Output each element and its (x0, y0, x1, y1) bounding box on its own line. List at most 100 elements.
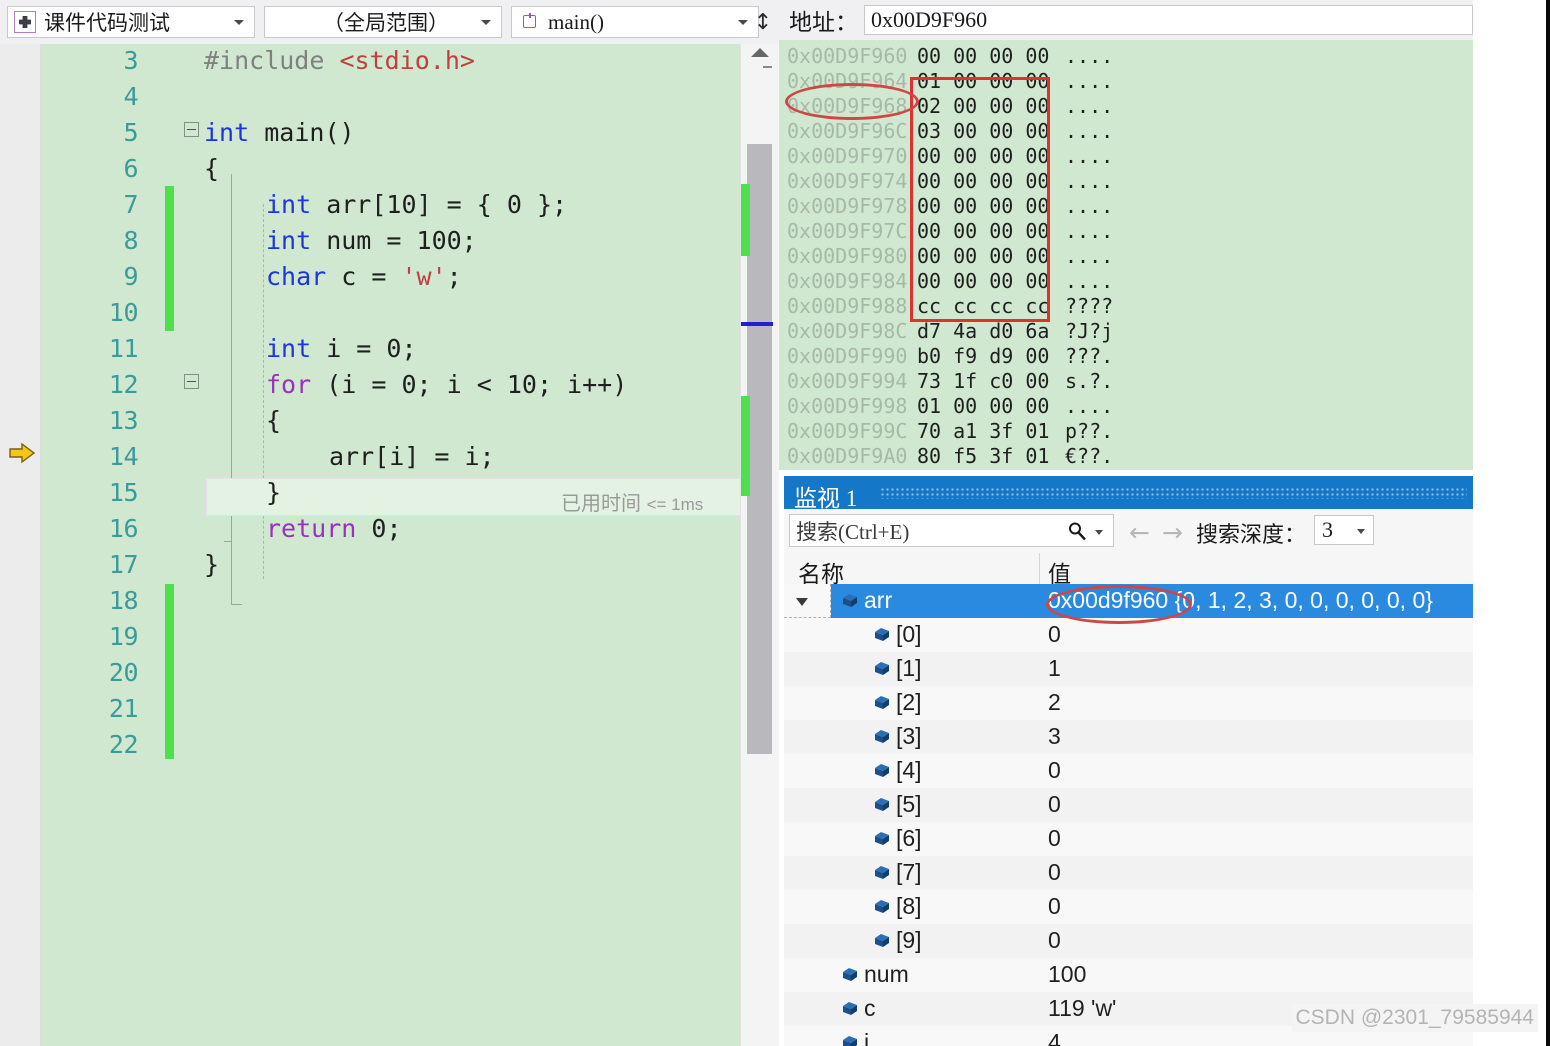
variable-icon (875, 900, 889, 913)
line-number: 13 (108, 406, 139, 435)
table-row[interactable]: [3] 3 (784, 720, 1473, 754)
memory-address: 0x00D9F990 (787, 344, 908, 368)
memory-row: 0x00D9F9A0 80 f5 3f 01 €??. (779, 444, 1473, 468)
table-row[interactable]: [1] 1 (784, 652, 1473, 686)
memory-hex: b0 f9 d9 00 (917, 344, 1050, 368)
fold-collapse-icon[interactable] (184, 122, 199, 137)
line-number: 7 (123, 190, 138, 219)
code-line-12: for (i = 0; i < 10; i++) (266, 370, 628, 399)
memory-hex: 73 1f c0 00 (917, 369, 1050, 393)
code-line-3: #include <stdio.h> (204, 46, 475, 75)
watch-variable-list[interactable]: arr 0x00d9f960 {0, 1, 2, 3, 0, 0, 0, 0, … (784, 584, 1473, 1046)
memory-ascii: .... (1065, 144, 1114, 168)
cube-icon (520, 12, 540, 32)
table-row[interactable]: arr 0x00d9f960 {0, 1, 2, 3, 0, 0, 0, 0, … (784, 584, 1473, 624)
variable-name: [8] (896, 893, 922, 919)
table-row[interactable]: num 100 (784, 958, 1473, 992)
memory-ascii: p??. (1065, 419, 1114, 443)
split-view-icon[interactable]: ↕ (749, 6, 777, 38)
memory-address: 0x00D9F974 (787, 169, 908, 193)
fold-end-marker (231, 596, 242, 605)
titlebar-grip (880, 487, 1467, 499)
variable-name: [4] (896, 757, 922, 783)
memory-address: 0x00D9F978 (787, 194, 908, 218)
memory-ascii: s.?. (1065, 369, 1114, 393)
memory-ascii: €??. (1065, 444, 1114, 468)
column-divider[interactable] (1039, 553, 1040, 584)
variable-value: 0 (1048, 621, 1061, 647)
variable-icon (875, 662, 889, 675)
code-line-9: char c = 'w'; (266, 262, 462, 291)
variable-icon (843, 1036, 857, 1046)
scroll-up-arrow-icon[interactable] (751, 48, 769, 57)
line-number: 6 (123, 154, 138, 183)
table-row[interactable]: [8] 0 (784, 890, 1473, 924)
variable-icon (875, 832, 889, 845)
watch-window-title: 监视 1 (794, 486, 858, 511)
code-line-15: } (266, 478, 282, 507)
variable-icon (875, 730, 889, 743)
memory-ascii: .... (1065, 169, 1114, 193)
debugger-pane: 地址： 0x00D9F960 0x00D9F960 00 00 00 00....… (779, 0, 1550, 1046)
variable-name: [6] (896, 825, 922, 851)
memory-hex: 70 a1 3f 01 (917, 419, 1050, 443)
search-depth-select[interactable]: 3 (1314, 515, 1374, 545)
elapsed-time-annotation: 已用时间 <= 1ms (561, 487, 703, 516)
memory-address-input[interactable]: 0x00D9F960 (864, 5, 1473, 35)
table-row[interactable]: [5] 0 (784, 788, 1473, 822)
scrollbar-thumb[interactable] (747, 144, 772, 754)
memory-ascii: .... (1065, 244, 1114, 268)
variable-name: i (864, 1029, 870, 1046)
variable-icon (843, 968, 857, 981)
variable-value: 0 (1048, 791, 1061, 817)
line-number: 10 (108, 298, 139, 327)
code-editor-pane: 课件代码测试 （全局范围） main() ↕ 3 4 5 6 7 8 9 10 … (0, 0, 779, 1046)
memory-address: 0x00D9F97C (787, 219, 908, 243)
code-line-13: { (266, 406, 282, 435)
variable-value: 3 (1048, 723, 1061, 749)
chevron-down-icon[interactable] (1095, 530, 1103, 535)
variable-name: [9] (896, 927, 922, 953)
search-icon[interactable] (1067, 521, 1087, 541)
search-input[interactable]: 搜索(Ctrl+E) (789, 514, 1114, 547)
code-line-17: } (204, 550, 220, 579)
editor-vertical-scrollbar[interactable] (740, 44, 779, 1046)
scope-dropdown[interactable]: （全局范围） (264, 6, 502, 38)
memory-row: 0x00D9F988 cc cc cc cc???? (779, 294, 1473, 318)
memory-row: 0x00D9F994 73 1f c0 00 s.?. (779, 369, 1473, 393)
variable-value: 0 (1048, 927, 1061, 953)
memory-hex: 01 00 00 00 (917, 394, 1050, 418)
scrollbar-change-mark (741, 184, 750, 256)
line-number: 17 (108, 550, 139, 579)
line-number: 4 (123, 82, 138, 111)
variable-value: 1 (1048, 655, 1061, 681)
function-dropdown[interactable]: main() (511, 6, 759, 38)
navigate-back-icon[interactable]: ← (1129, 518, 1150, 547)
code-line-11: int i = 0; (266, 334, 417, 363)
memory-dump-view[interactable]: 0x00D9F960 00 00 00 00.... 0x00D9F964 01 0… (779, 40, 1473, 470)
change-bar (165, 584, 174, 759)
scrollbar-minus-icon[interactable] (763, 66, 772, 68)
table-row[interactable]: [7] 0 (784, 856, 1473, 890)
table-row[interactable]: [4] 0 (784, 754, 1473, 788)
variable-value: 0 (1048, 893, 1061, 919)
search-depth-label: 搜索深度： (1196, 522, 1307, 547)
memory-address: 0x00D9F994 (787, 369, 908, 393)
breakpoint-margin[interactable] (0, 44, 41, 1046)
memory-address: 0x00D9F998 (787, 394, 908, 418)
watch-window-titlebar[interactable]: 监视 1 (784, 476, 1473, 511)
line-number: 15 (108, 478, 139, 507)
scope-guide-line (231, 174, 232, 604)
memory-ascii: .... (1065, 394, 1114, 418)
chevron-down-icon[interactable] (1357, 529, 1365, 534)
table-row[interactable]: [6] 0 (784, 822, 1473, 856)
fold-collapse-icon[interactable] (184, 374, 199, 389)
fold-tick (224, 541, 232, 542)
code-surface[interactable]: 3 4 5 6 7 8 9 10 11 12 13 14 15 16 17 18… (41, 44, 741, 1046)
navigate-forward-icon[interactable]: → (1162, 518, 1183, 547)
table-row[interactable]: [9] 0 (784, 924, 1473, 958)
table-row[interactable]: [2] 2 (784, 686, 1473, 720)
memory-row: 0x00D9F96C 03 00 00 00.... (779, 119, 1473, 143)
project-dropdown[interactable]: 课件代码测试 (7, 6, 255, 38)
chevron-expand-icon[interactable] (796, 598, 808, 606)
